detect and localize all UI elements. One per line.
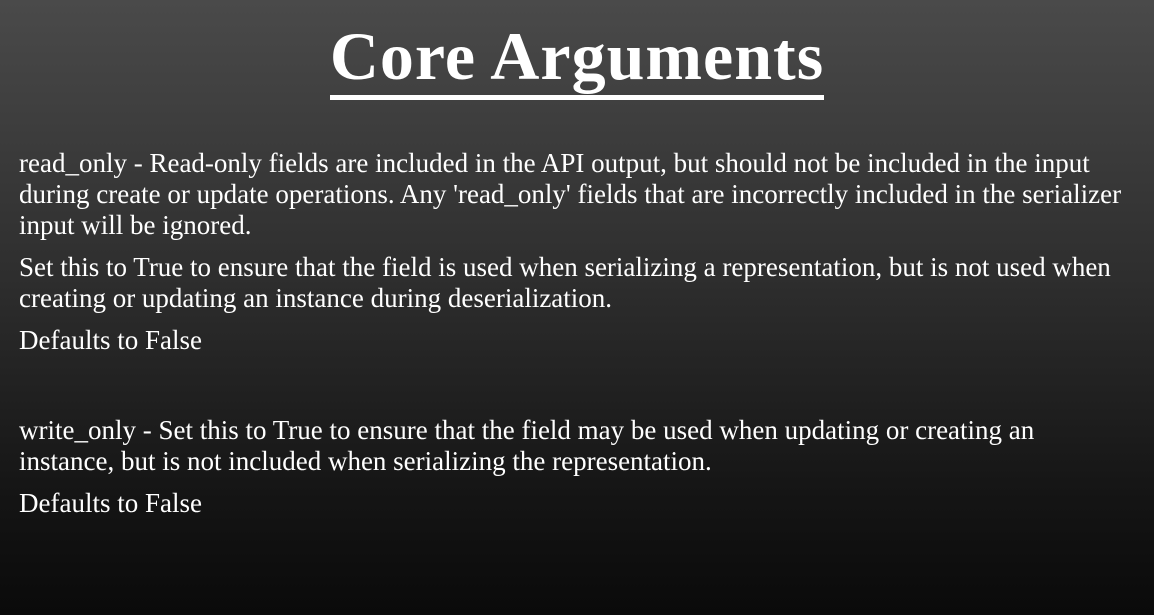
write-only-section: write_only - Set this to True to ensure … xyxy=(19,415,1129,519)
slide: Core Arguments read_only - Read-only fie… xyxy=(0,0,1154,615)
read-only-default: Defaults to False xyxy=(19,325,202,355)
write-only-default: Defaults to False xyxy=(19,488,202,518)
read-only-usage-note: Set this to True to ensure that the fiel… xyxy=(19,252,1111,313)
slide-title: Core Arguments xyxy=(0,14,1154,100)
slide-body: read_only - Read-only fields are include… xyxy=(19,148,1129,530)
write-only-description: write_only - Set this to True to ensure … xyxy=(19,415,1035,476)
slide-title-text: Core Arguments xyxy=(329,19,825,100)
read-only-description: read_only - Read-only fields are include… xyxy=(19,148,1122,240)
read-only-section: read_only - Read-only fields are include… xyxy=(19,148,1129,356)
